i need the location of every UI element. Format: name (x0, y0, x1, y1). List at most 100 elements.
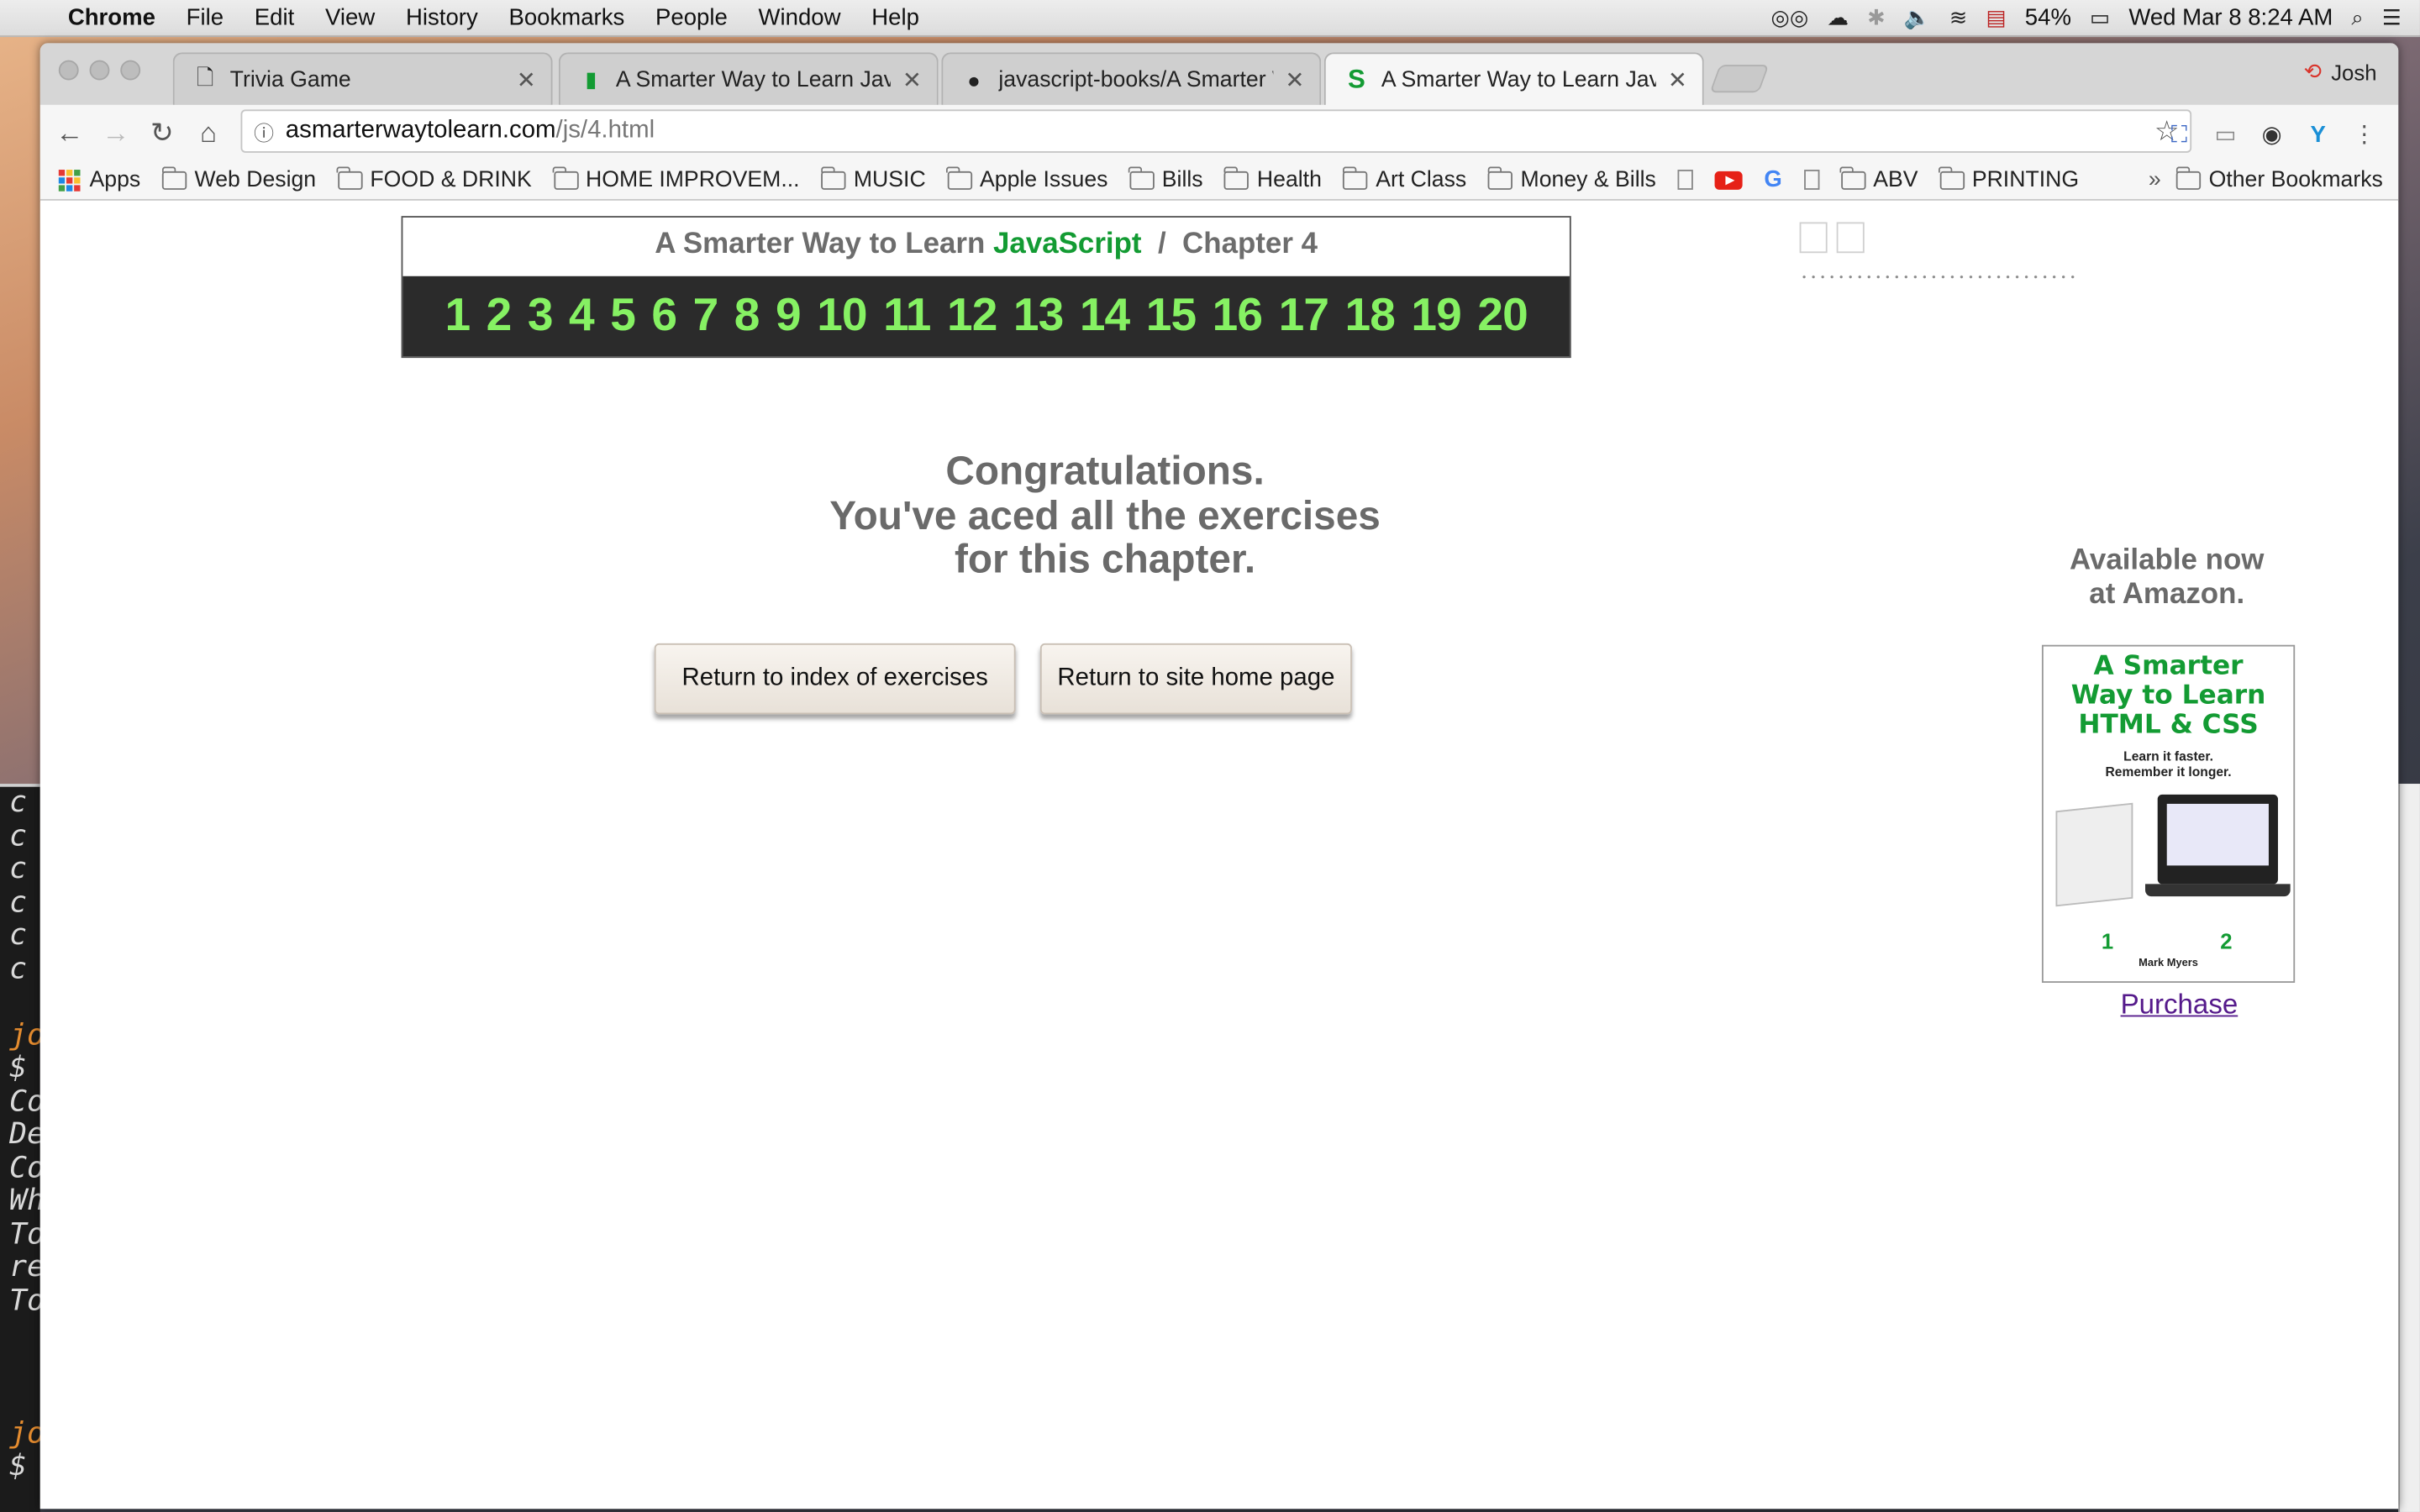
bookmark-bills[interactable]: Bills (1128, 165, 1203, 192)
bookmark-web-design[interactable]: Web Design (161, 165, 316, 192)
clock[interactable]: Wed Mar 8 8:24 AM (2128, 5, 2333, 31)
flag-icon[interactable]: ▤ (1986, 5, 2006, 31)
chapter-link-13[interactable]: 13 (1005, 290, 1071, 342)
chrome-menu-icon[interactable]: ⋮ (2349, 118, 2380, 150)
menu-edit[interactable]: Edit (239, 5, 309, 31)
tab-close-icon[interactable]: ✕ (514, 66, 539, 93)
terminal-line: Co (9, 1152, 40, 1184)
chapter-link-12[interactable]: 12 (939, 290, 1005, 342)
chapter-link-10[interactable]: 10 (808, 290, 875, 342)
return-to-index-button[interactable]: Return to index of exercises (654, 643, 1016, 715)
bookmark-health[interactable]: Health (1223, 165, 1322, 192)
page-bookmark-icon[interactable] (1677, 170, 1693, 190)
menu-window[interactable]: Window (743, 5, 856, 31)
menu-history[interactable]: History (391, 5, 493, 31)
chapter-link-15[interactable]: 15 (1138, 290, 1204, 342)
page-bookmark-icon[interactable] (1803, 170, 1819, 190)
new-tab-button[interactable] (1709, 65, 1770, 93)
bluetooth-icon[interactable]: ✱ (1867, 5, 1886, 31)
chapter-link-11[interactable]: 11 (875, 290, 939, 342)
bookmark-abv[interactable]: ABV (1839, 165, 1918, 192)
book-subtitle-line: Remember it longer. (2105, 764, 2232, 780)
volume-icon[interactable]: 🔈 (1904, 5, 1931, 31)
tab-close-icon[interactable]: ✕ (900, 66, 924, 93)
tab-trivia-game[interactable]: 🗋 Trivia Game ✕ (172, 52, 553, 105)
bookmark-home-improvement[interactable]: HOME IMPROVEM... (552, 165, 800, 192)
chapter-link-20[interactable]: 20 (1470, 290, 1536, 342)
chapter-link-4[interactable]: 4 (560, 290, 602, 342)
info-icon[interactable]: ⓘ (242, 117, 285, 146)
chapter-link-1[interactable]: 1 (437, 290, 478, 342)
chapter-link-5[interactable]: 5 (602, 290, 644, 342)
profile-button[interactable]: ⟲ Josh (2304, 59, 2377, 85)
tab-close-icon[interactable]: ✕ (1665, 66, 1690, 94)
bookmark-art-class[interactable]: Art Class (1342, 165, 1466, 192)
menu-view[interactable]: View (310, 5, 391, 31)
screenshot-extension-icon[interactable]: ⛶ (2164, 118, 2195, 150)
chapter-link-19[interactable]: 19 (1403, 290, 1470, 342)
bookmark-apps[interactable]: Apps (58, 167, 140, 192)
minimize-window-icon[interactable] (89, 60, 110, 81)
menu-file[interactable]: File (171, 5, 239, 31)
zoom-window-icon[interactable] (120, 60, 141, 81)
color-picker-extension-icon[interactable]: ◉ (2256, 118, 2287, 150)
bookmark-money-bills[interactable]: Money & Bills (1487, 165, 1656, 192)
close-window-icon[interactable] (58, 60, 79, 81)
bookmark-other-bookmarks[interactable]: Other Bookmarks (2175, 165, 2383, 192)
tab-smarter-way-js-active[interactable]: S A Smarter Way to Learn JavaS ✕ (1323, 52, 1704, 107)
bookmark-label: FOOD & DRINK (370, 167, 532, 192)
chapter-link-18[interactable]: 18 (1337, 290, 1403, 342)
bookmark-food-drink[interactable]: FOOD & DRINK (336, 165, 532, 192)
terminal-line: c (9, 786, 28, 820)
chapter-link-6[interactable]: 6 (644, 290, 685, 342)
background-terminal-window[interactable]: ccccccjo$CoDeCoWhToreTojo$ (0, 784, 40, 1512)
forward-arrow-icon[interactable]: → (92, 109, 139, 155)
chapter-link-3[interactable]: 3 (519, 290, 560, 342)
battery-icon[interactable]: ▭ (2090, 5, 2110, 31)
chapter-link-7[interactable]: 7 (685, 290, 726, 342)
google-icon[interactable]: G (1764, 166, 1781, 192)
congrats-line: Congratulations. (945, 447, 1265, 494)
chapter-link-2[interactable]: 2 (478, 290, 519, 342)
chapter-link-8[interactable]: 8 (726, 290, 767, 342)
folder-icon (1128, 165, 1155, 189)
glasses-icon[interactable]: ◎◎ (1771, 5, 1809, 31)
menu-bookmarks[interactable]: Bookmarks (493, 5, 640, 31)
github-icon: ● (967, 66, 981, 92)
chapter-link-17[interactable]: 17 (1270, 290, 1337, 342)
book-cover-image[interactable]: A Smarter Way to Learn HTML & CSS Learn … (2041, 644, 2296, 983)
creative-cloud-icon[interactable]: ☁ (1827, 5, 1849, 31)
battery-percent[interactable]: 54% (2025, 5, 2071, 31)
chapter-link-14[interactable]: 14 (1071, 290, 1138, 342)
folder-icon (1939, 165, 1965, 189)
tab-github-javascript-books[interactable]: ● javascript-books/A Smarter W ✕ (941, 52, 1322, 105)
home-icon[interactable]: ⌂ (185, 109, 231, 155)
tab-close-icon[interactable]: ✕ (1282, 66, 1307, 93)
notification-center-icon[interactable]: ☰ (2382, 5, 2402, 31)
bookmark-printing[interactable]: PRINTING (1939, 165, 2080, 192)
tab-smarter-way-js-1[interactable]: ▮ A Smarter Way to Learn JavaS ✕ (558, 52, 939, 105)
bookmark-apple-issues[interactable]: Apple Issues (946, 165, 1108, 192)
v-extension-icon[interactable]: Y (2302, 118, 2333, 150)
wifi-icon[interactable]: ≋ (1949, 5, 1968, 31)
youtube-icon[interactable] (1714, 170, 1743, 189)
reload-icon[interactable]: ↻ (139, 109, 185, 155)
bookmark-label: Apple Issues (979, 167, 1108, 192)
spotlight-search-icon[interactable]: ⌕ (2351, 5, 2363, 31)
header-separator: / (1141, 228, 1183, 261)
return-to-home-button[interactable]: Return to site home page (1039, 643, 1352, 715)
chapter-link-16[interactable]: 16 (1204, 290, 1270, 342)
cast-extension-icon[interactable]: ▭ (2210, 118, 2241, 150)
chapter-link-9[interactable]: 9 (767, 290, 808, 342)
menu-help[interactable]: Help (856, 5, 934, 31)
purchase-link[interactable]: Purchase (2028, 989, 2330, 1021)
menu-people[interactable]: People (640, 5, 744, 31)
terminal-line: jo (9, 1417, 40, 1450)
congrats-line: You've aced all the exercises (829, 491, 1381, 538)
bookmark-label: PRINTING (1971, 167, 2080, 192)
bookmark-music[interactable]: MUSIC (820, 165, 926, 192)
address-bar[interactable]: ⓘ asmarterwaytolearn.com/js/4.html ☆ (240, 109, 2192, 153)
back-arrow-icon[interactable]: ← (46, 109, 92, 155)
bookmarks-overflow-chevron[interactable]: » (2149, 167, 2161, 192)
menu-app-name[interactable]: Chrome (52, 5, 171, 31)
